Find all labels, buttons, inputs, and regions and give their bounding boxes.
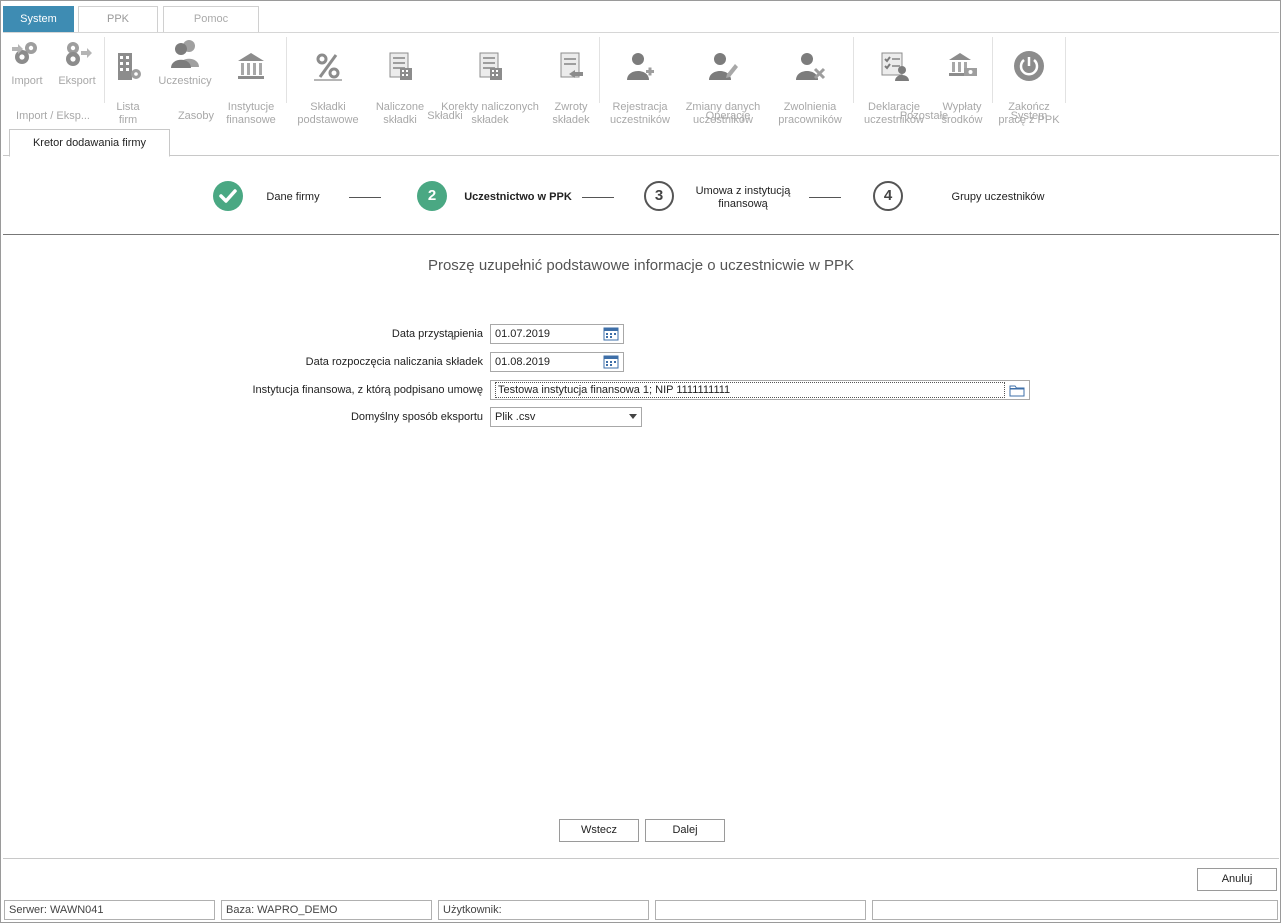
step-2-label: Uczestnictwo w PPK xyxy=(464,191,572,203)
group-label-system: System xyxy=(1010,110,1048,122)
status-uzytkownik: Użytkownik: xyxy=(438,900,649,920)
page-title: Proszę uzupełnić podstawowe informacje o… xyxy=(427,257,855,274)
instytucja-value: Testowa instytucja finansowa 1; NIP 1111… xyxy=(495,382,1005,398)
app-window: System PPK Pomoc Import Eksport Import /… xyxy=(0,0,1281,923)
bank-money-icon xyxy=(949,53,977,76)
import-button[interactable]: Import xyxy=(5,37,49,88)
import-label: Import xyxy=(11,75,43,87)
ribbon-separator xyxy=(286,37,287,103)
domyslny-eksport-value: Plik .csv xyxy=(495,411,536,423)
calculator-sheet-icon xyxy=(389,52,412,80)
step-3-circle: 3 xyxy=(644,181,674,211)
wstecz-button[interactable]: Wstecz xyxy=(559,819,639,842)
group-label-skladki: Składki xyxy=(427,110,463,122)
calculator-sheet-icon xyxy=(479,52,502,80)
instytucja-field[interactable]: Testowa instytucja finansowa 1; NIP 1111… xyxy=(490,380,1030,400)
calendar-icon[interactable] xyxy=(601,354,621,370)
user-edit-icon xyxy=(709,53,738,80)
user-add-icon xyxy=(627,53,654,80)
ribbon-separator xyxy=(992,37,993,103)
step-4-label: Grupy uczestników xyxy=(951,191,1045,203)
data-przystapienia-value: 01.07.2019 xyxy=(495,328,551,340)
folder-icon[interactable] xyxy=(1007,382,1027,398)
ribbon-separator xyxy=(104,37,105,103)
anuluj-button[interactable]: Anuluj xyxy=(1197,868,1277,891)
divider xyxy=(3,858,1279,859)
group-label-zasoby: Zasoby xyxy=(177,110,215,122)
data-rozpoczecia-field[interactable]: 01.08.2019 xyxy=(490,352,624,372)
tab-pomoc[interactable]: Pomoc xyxy=(163,6,259,32)
chevron-down-icon[interactable] xyxy=(629,414,637,420)
checklist-user-icon xyxy=(881,52,909,81)
ribbon: Import Eksport Import / Eksp... Lista fi… xyxy=(3,32,1279,126)
step-connector xyxy=(349,197,381,198)
power-icon xyxy=(1014,51,1044,81)
data-przystapienia-field[interactable]: 01.07.2019 xyxy=(490,324,624,344)
data-przystapienia-label: Data przystąpienia xyxy=(391,328,483,340)
group-label-import: Import / Eksp... xyxy=(16,110,90,122)
uczestnicy-label: Uczestnicy xyxy=(158,75,212,87)
step-2-circle: 2 xyxy=(417,181,447,211)
step-1-circle xyxy=(213,181,243,211)
instytucja-label: Instytucja finansowa, z którą podpisano … xyxy=(252,384,483,396)
status-empty-1 xyxy=(655,900,866,920)
bank-icon xyxy=(238,53,264,79)
dalej-button[interactable]: Dalej xyxy=(645,819,725,842)
step-4-circle: 4 xyxy=(873,181,903,211)
data-rozpoczecia-label: Data rozpoczęcia naliczania składek xyxy=(305,356,483,368)
ribbon-separator xyxy=(599,37,600,103)
wizard-steps: Dane firmy 2 Uczestnictwo w PPK 3 Umowa … xyxy=(3,157,1279,235)
uczestnicy-button[interactable]: Uczestnicy xyxy=(155,37,215,88)
ribbon-separator xyxy=(853,37,854,103)
ribbon-separator xyxy=(1065,37,1066,103)
group-label-pozostale: Pozostałe xyxy=(899,110,949,122)
users-icon xyxy=(171,40,199,68)
step-1-label: Dane firmy xyxy=(266,191,320,203)
document-tab-bar: Kretor dodawania firmy xyxy=(3,128,1279,157)
step-connector xyxy=(582,197,614,198)
building-icon xyxy=(118,53,141,80)
eksport-label: Eksport xyxy=(58,75,96,87)
tab-ppk[interactable]: PPK xyxy=(78,6,158,32)
domyslny-eksport-select[interactable]: Plik .csv xyxy=(490,407,642,427)
status-baza: Baza: WAPRO_DEMO xyxy=(221,900,432,920)
check-icon xyxy=(219,189,237,203)
tab-system[interactable]: System xyxy=(3,6,74,32)
eksport-button[interactable]: Eksport xyxy=(53,37,101,88)
percent-icon xyxy=(314,53,342,81)
domyslny-eksport-label: Domyślny sposób eksportu xyxy=(350,411,483,423)
step-connector xyxy=(809,197,841,198)
data-rozpoczecia-value: 01.08.2019 xyxy=(495,356,551,368)
user-remove-icon xyxy=(796,53,826,80)
group-label-operacje: Operacje xyxy=(705,110,751,122)
gears-export-icon xyxy=(66,42,92,66)
calendar-icon[interactable] xyxy=(601,326,621,342)
status-serwer: Serwer: WAWN041 xyxy=(4,900,215,920)
app-tab-bar: System PPK Pomoc xyxy=(3,6,1279,32)
status-empty-2 xyxy=(872,900,1278,920)
tab-kreator-dodawania-firmy[interactable]: Kretor dodawania firmy xyxy=(9,129,170,157)
step-3-label: Umowa z instytucją finansową xyxy=(695,185,791,210)
document-return-icon xyxy=(560,52,583,78)
gears-import-icon xyxy=(12,42,37,64)
